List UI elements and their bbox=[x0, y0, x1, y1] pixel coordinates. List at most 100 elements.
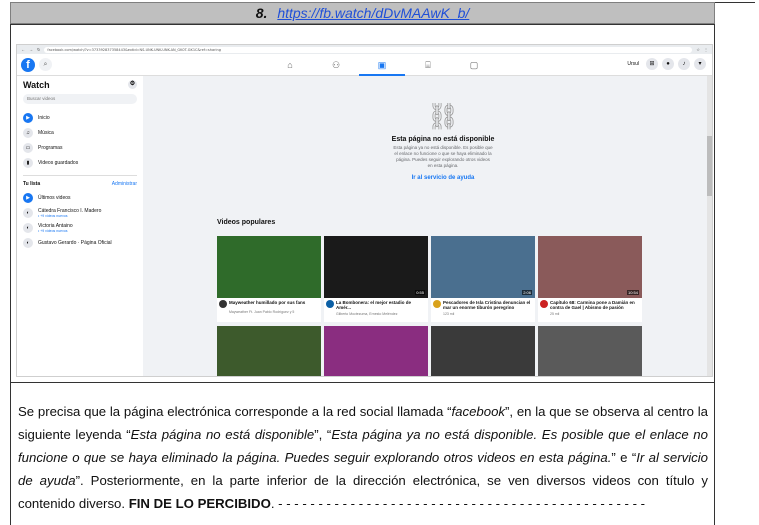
video-meta: 25 mil bbox=[550, 312, 560, 316]
gear-icon[interactable]: ⚙ bbox=[128, 80, 137, 89]
forward-icon[interactable]: → bbox=[29, 47, 33, 52]
video-title-row: Pescadores de Isla Cristina denuncian el… bbox=[431, 298, 535, 312]
sidebar-item-programas[interactable]: ▭ Programas bbox=[23, 140, 137, 155]
video-duration: 10:54 bbox=[626, 290, 639, 295]
video-card[interactable]: 10:54 Capítulo 68: Carmina pone a Damián … bbox=[538, 236, 642, 322]
video-title[interactable]: La Bombonera: el mejor estadio de Amér..… bbox=[336, 300, 426, 310]
video-meta: Gilberto Moctezuma, Ernesto Meléndez bbox=[336, 312, 398, 316]
evidence-link[interactable]: https://fb.watch/dDvMAAwK_b/ bbox=[277, 5, 469, 21]
sidebar-item-label: Programas bbox=[38, 144, 63, 151]
following-item[interactable]: ◐ Victoria Antaino • +9 videos nuevos bbox=[23, 220, 137, 235]
scrollbar-thumb[interactable] bbox=[707, 136, 712, 196]
search-icon[interactable]: ⌕ bbox=[39, 58, 52, 71]
paragraph-segment: FIN DE LO PERCIBIDO bbox=[128, 496, 271, 511]
menu-grid-icon[interactable]: ⊞ bbox=[646, 58, 658, 70]
video-title-row: La Bombonera: el mejor estadio de Amér..… bbox=[324, 298, 428, 312]
avatar[interactable] bbox=[219, 300, 227, 308]
address-bar[interactable]: facebook.com/watch/?v=373392837358443&ex… bbox=[44, 46, 693, 53]
bookmark-icon: ▮ bbox=[23, 157, 33, 168]
section-divider bbox=[10, 382, 715, 383]
search-videos-input[interactable]: Buscar videos bbox=[23, 94, 137, 104]
sidebar-divider bbox=[23, 175, 137, 176]
video-title[interactable]: Pescadores de Isla Cristina denuncian el… bbox=[443, 300, 533, 310]
video-card[interactable]: 0:55 La Bombonera: el mejor estadio de Am… bbox=[324, 236, 428, 322]
sidebar-item-musica[interactable]: ♫ Música bbox=[23, 125, 137, 140]
avatar[interactable] bbox=[540, 300, 548, 308]
broken-link-icon: ⛓ bbox=[426, 101, 460, 131]
video-card[interactable]: 4:33Cumplimos el Deseo de este Hombre Lu… bbox=[217, 326, 321, 376]
following-name: Gustavo Gerardo · Página Oficial bbox=[38, 239, 112, 246]
item-number: 8. bbox=[255, 5, 268, 21]
video-thumbnail[interactable] bbox=[217, 236, 321, 298]
shows-icon: ▭ bbox=[23, 142, 33, 153]
video-thumbnail[interactable]: 5:04 bbox=[324, 326, 428, 376]
video-title-row: Mayweather humillado por sus fans bbox=[217, 298, 321, 310]
star-icon[interactable]: ☆ bbox=[696, 47, 700, 52]
following-item[interactable]: ▶ Últimos videos bbox=[23, 190, 137, 205]
top-rule bbox=[715, 2, 755, 3]
avatar: ◐ bbox=[23, 207, 33, 218]
video-card[interactable]: 5:04Ponte a Prueba: Novelas juvenilesDie… bbox=[324, 326, 428, 376]
notifications-icon[interactable]: ♪ bbox=[678, 58, 690, 70]
following-sub: • +9 videos nuevos bbox=[38, 213, 68, 218]
user-name[interactable]: Ursul bbox=[624, 58, 642, 70]
sidebar-header: Watch ⚙ bbox=[23, 80, 137, 90]
avatar[interactable] bbox=[433, 300, 441, 308]
back-icon[interactable]: ← bbox=[21, 47, 25, 52]
following-sub: • +9 videos nuevos bbox=[38, 228, 68, 233]
sidebar-item-guardados[interactable]: ▮ Videos guardados bbox=[23, 155, 137, 170]
paragraph-segment: ” e “ bbox=[611, 450, 637, 465]
video-card[interactable]: 0:45Aquí casual, básica y relajada #allo… bbox=[538, 326, 642, 376]
top-nav: ⌂ ⚇ ▣ ⌸ ▢ bbox=[267, 54, 497, 76]
home-nav-icon[interactable]: ⌂ bbox=[267, 54, 313, 76]
avatar[interactable] bbox=[326, 300, 334, 308]
following-item[interactable]: ◐ Gustavo Gerardo · Página Oficial bbox=[23, 235, 137, 250]
video-thumbnail[interactable]: 8:22 bbox=[431, 326, 535, 376]
help-center-link[interactable]: Ir al servicio de ayuda bbox=[343, 175, 543, 181]
unavailable-title: Esta página no está disponible bbox=[391, 136, 495, 143]
avatar: ◐ bbox=[23, 237, 33, 248]
popular-videos-heading: Videos populares bbox=[217, 219, 276, 226]
video-duration: 0:55 bbox=[415, 290, 425, 295]
marketplace-nav-icon[interactable]: ⌸ bbox=[405, 54, 451, 76]
video-thumbnail[interactable]: 0:45 bbox=[538, 326, 642, 376]
video-card[interactable]: 8:22Capítulo 68: Renata acepta ver a Jer… bbox=[431, 326, 535, 376]
watch-sidebar: Watch ⚙ Buscar videos ▶ Inicio ♫ Música ▭ P… bbox=[17, 76, 143, 376]
video-title[interactable]: Mayweather humillado por sus fans bbox=[229, 300, 305, 308]
reload-icon[interactable]: ↻ bbox=[37, 47, 40, 52]
paragraph-segment: Esta página no está disponible bbox=[130, 427, 315, 442]
video-card[interactable]: Mayweather humillado por sus fans Mayweat… bbox=[217, 236, 321, 322]
unavailable-notice: ⛓ Esta página no está disponible Esta pá… bbox=[343, 96, 543, 181]
account-controls: Ursul ⊞ ● ♪ ▾ bbox=[624, 58, 706, 70]
facebook-screenshot: ← → ↻ facebook.com/watch/?v=373392837358… bbox=[16, 44, 713, 377]
music-icon: ♫ bbox=[23, 127, 33, 138]
video-meta: 123 mil bbox=[443, 312, 455, 316]
following-name: Últimos videos bbox=[38, 194, 71, 201]
sidebar-item-inicio[interactable]: ▶ Inicio bbox=[23, 110, 137, 125]
friends-nav-icon[interactable]: ⚇ bbox=[313, 54, 359, 76]
sidebar-item-label: Música bbox=[38, 129, 54, 136]
following-item[interactable]: ◐ Cátedra Francisco I. Madero • +9 videos … bbox=[23, 205, 137, 220]
facebook-topbar: f ⌕ ⌂ ⚇ ▣ ⌸ ▢ Ursul ⊞ ● ♪ ▾ bbox=[17, 54, 712, 76]
admin-link[interactable]: Administrar bbox=[112, 181, 137, 187]
gaming-nav-icon[interactable]: ▢ bbox=[451, 54, 497, 76]
following-text: Cátedra Francisco I. Madero • +9 videos n… bbox=[38, 208, 101, 218]
account-chevron-icon[interactable]: ▾ bbox=[694, 58, 706, 70]
following-text: Victoria Antaino • +9 videos nuevos bbox=[38, 223, 73, 233]
description-paragraph: Se precisa que la página electrónica cor… bbox=[18, 400, 708, 515]
menu-dots-icon[interactable]: ⋮ bbox=[704, 47, 708, 52]
scrollbar[interactable] bbox=[707, 76, 712, 376]
video-thumbnail[interactable]: 10:54 bbox=[538, 236, 642, 298]
video-title[interactable]: Capítulo 68: Carmina pone a Damián en co… bbox=[550, 300, 640, 310]
paragraph-segment: ”, “ bbox=[314, 427, 332, 442]
video-thumbnail[interactable]: 0:55 bbox=[324, 236, 428, 298]
video-thumbnail[interactable]: 4:33 bbox=[217, 326, 321, 376]
facebook-logo[interactable]: f bbox=[21, 57, 35, 72]
watch-nav-icon[interactable]: ▣ bbox=[359, 54, 405, 76]
video-grid: Mayweather humillado por sus fans Mayweat… bbox=[217, 236, 642, 376]
messenger-icon[interactable]: ● bbox=[662, 58, 674, 70]
video-thumbnail[interactable]: 2:06 bbox=[431, 236, 535, 298]
video-card[interactable]: 2:06 Pescadores de Isla Cristina denuncia… bbox=[431, 236, 535, 322]
following-name: Cátedra Francisco I. Madero bbox=[38, 207, 102, 214]
watchlist-label: Tu lista bbox=[23, 181, 41, 187]
